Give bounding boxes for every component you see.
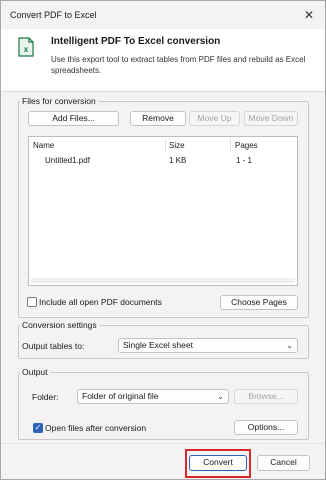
title-bar: Convert PDF to Excel ✕	[1, 1, 325, 29]
column-header-pages[interactable]: Pages	[235, 141, 258, 150]
folder-select[interactable]: Folder of original file ⌄	[77, 389, 229, 404]
include-all-checkbox[interactable]	[27, 297, 37, 307]
file-size-cell: 1 KB	[169, 156, 187, 165]
convert-pdf-dialog: Convert PDF to Excel ✕ x Intelligent PDF…	[0, 0, 326, 480]
open-after-label[interactable]: Open files after conversion	[45, 423, 146, 433]
column-separator	[165, 139, 166, 151]
convert-button[interactable]: Convert	[189, 455, 247, 471]
horizontal-scrollbar[interactable]	[31, 278, 295, 283]
output-tables-label: Output tables to:	[22, 341, 85, 351]
output-group-label: Output	[20, 367, 50, 377]
header-banner: x Intelligent PDF To Excel conversion Us…	[1, 29, 325, 92]
move-up-button[interactable]: Move Up	[189, 111, 240, 126]
column-header-name[interactable]: Name	[33, 141, 54, 150]
choose-pages-button[interactable]: Choose Pages	[220, 295, 298, 310]
window-title: Convert PDF to Excel	[10, 10, 97, 20]
remove-button[interactable]: Remove	[130, 111, 186, 126]
header-description: Use this export tool to extract tables f…	[51, 55, 306, 75]
options-button[interactable]: Options...	[234, 420, 298, 435]
column-separator	[230, 139, 231, 151]
chevron-down-icon: ⌄	[286, 341, 293, 350]
cancel-button[interactable]: Cancel	[257, 455, 310, 471]
include-all-label[interactable]: Include all open PDF documents	[39, 297, 162, 307]
close-button[interactable]: ✕	[301, 7, 317, 23]
file-pages-cell: 1 - 1	[236, 156, 253, 165]
column-header-size[interactable]: Size	[169, 141, 185, 150]
header-title: Intelligent PDF To Excel conversion	[51, 36, 221, 47]
svg-text:x: x	[24, 45, 29, 54]
move-down-button[interactable]: Move Down	[244, 111, 298, 126]
folder-value: Folder of original file	[82, 391, 159, 401]
file-name-cell: Untitled1.pdf	[45, 156, 90, 165]
output-tables-select[interactable]: Single Excel sheet ⌄	[118, 338, 298, 353]
footer-divider	[1, 443, 325, 444]
add-files-button[interactable]: Add Files...	[28, 111, 119, 126]
output-tables-value: Single Excel sheet	[123, 340, 193, 350]
chevron-down-icon: ⌄	[217, 392, 224, 401]
excel-file-icon: x	[18, 37, 34, 57]
file-list[interactable]: Name Size Pages Untitled1.pdf 1 KB 1 - 1	[28, 136, 298, 286]
folder-label: Folder:	[32, 392, 59, 402]
browse-button[interactable]: Browse...	[234, 389, 298, 404]
open-after-checkbox[interactable]: ✓	[33, 423, 43, 433]
conversion-settings-label: Conversion settings	[20, 320, 99, 330]
files-group-label: Files for conversion	[20, 96, 98, 106]
